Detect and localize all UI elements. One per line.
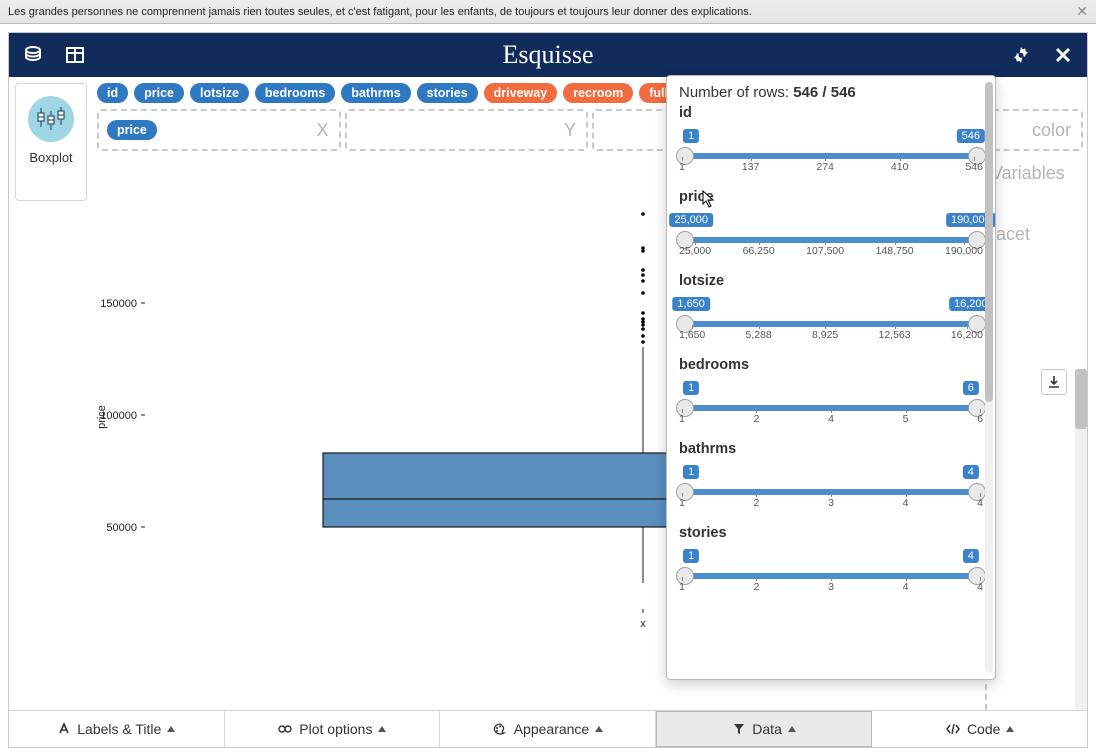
- slider-rail: [679, 237, 983, 243]
- popover-scrollbar[interactable]: [985, 82, 993, 673]
- pill-recroom[interactable]: recroom: [563, 83, 633, 103]
- geom-selector[interactable]: Boxplot: [15, 83, 87, 201]
- slider-label: id: [679, 105, 983, 121]
- boxplot-icon: [28, 96, 74, 142]
- x-value-pill[interactable]: price: [107, 120, 157, 140]
- slider-min-badge: 1: [683, 465, 699, 479]
- caret-up-icon: [1006, 726, 1014, 732]
- caret-up-icon: [167, 726, 175, 732]
- table-icon[interactable]: [65, 45, 85, 65]
- slider-rail: [679, 153, 983, 159]
- tab-plot-options[interactable]: Plot options: [225, 711, 441, 747]
- y-tick-0: 50000: [106, 522, 137, 534]
- geom-label: Boxplot: [29, 150, 72, 165]
- rows-label: Number of rows:: [679, 84, 793, 101]
- slider-ticks: 12344: [679, 497, 983, 509]
- pill-price[interactable]: price: [134, 83, 184, 103]
- slider-ticks: 25,00066,250107,500148,750190,000: [679, 245, 983, 257]
- dropzone-y-label: Y: [564, 120, 576, 141]
- font-icon: [57, 722, 71, 736]
- gear-icon[interactable]: [1011, 45, 1031, 65]
- facet-label: facet: [991, 224, 1083, 245]
- slider-max-badge: 4: [963, 549, 979, 563]
- y-tick-2: 150000: [100, 298, 137, 310]
- slider-max-badge: 6: [963, 381, 979, 395]
- pill-bathrms[interactable]: bathrms: [341, 83, 410, 103]
- caret-up-icon: [378, 726, 386, 732]
- tab-labels-title[interactable]: Labels & Title: [9, 711, 225, 747]
- download-button[interactable]: [1041, 369, 1067, 395]
- slider-rail: [679, 321, 983, 327]
- rows-value: 546 / 546: [793, 84, 856, 101]
- slider-bedrooms[interactable]: bedrooms 1 6 12456: [679, 357, 983, 429]
- tab-code[interactable]: Code: [872, 711, 1087, 747]
- filter-icon: [732, 722, 746, 736]
- gears-icon: [277, 722, 293, 736]
- x-axis-label: x: [640, 618, 646, 630]
- slider-label: bedrooms: [679, 357, 983, 373]
- slider-price[interactable]: price 25,000 190,000 25,00066,250107,500…: [679, 189, 983, 261]
- slider-max-badge: 546: [957, 129, 985, 143]
- slider-id[interactable]: id 1 546 1137274410546: [679, 105, 983, 177]
- pill-bedrooms[interactable]: bedrooms: [255, 83, 335, 103]
- variables-label: Variables: [991, 163, 1083, 184]
- slider-ticks: 12456: [679, 413, 983, 425]
- slider-stories[interactable]: stories 1 4 12344: [679, 525, 983, 597]
- slider-min-badge: 1,650: [672, 297, 710, 311]
- rows-header: Number of rows: 546 / 546: [679, 84, 983, 101]
- slider-ticks: 12344: [679, 581, 983, 593]
- plot-scrollbar[interactable]: [1075, 369, 1087, 710]
- esquisse-window: Esquisse: [8, 32, 1088, 748]
- tab-data-text: Data: [752, 721, 782, 737]
- banner-text: Les grandes personnes ne comprennent jam…: [8, 6, 752, 18]
- slider-bathrms[interactable]: bathrms 1 4 12344: [679, 441, 983, 513]
- slider-label: bathrms: [679, 441, 983, 457]
- tab-appearance[interactable]: Appearance: [440, 711, 656, 747]
- caret-up-icon: [788, 726, 796, 732]
- dropzone-x-label: X: [316, 120, 328, 141]
- code-icon: [945, 722, 961, 736]
- pill-stories[interactable]: stories: [417, 83, 478, 103]
- dropzone-color-label: color: [1032, 120, 1071, 141]
- slider-label: stories: [679, 525, 983, 541]
- tab-options-text: Plot options: [299, 721, 372, 737]
- slider-max-badge: 4: [963, 465, 979, 479]
- bottom-tabs: Labels & Title Plot options Appearance D…: [9, 710, 1087, 747]
- pill-driveway[interactable]: driveway: [484, 83, 558, 103]
- slider-lotsize[interactable]: lotsize 1,650 16,200 1,6505,2888,92512,5…: [679, 273, 983, 345]
- slider-min-badge: 1: [683, 129, 699, 143]
- slider-label: price: [679, 189, 983, 205]
- y-tick-1: 100000: [100, 410, 137, 422]
- slider-ticks: 1137274410546: [679, 161, 983, 173]
- slider-label: lotsize: [679, 273, 983, 289]
- slider-min-badge: 25,000: [669, 213, 713, 227]
- tab-data[interactable]: Data: [656, 711, 873, 747]
- close-icon[interactable]: [1053, 45, 1073, 65]
- variables-panel[interactable]: Variables facet: [985, 157, 1087, 710]
- pill-id[interactable]: id: [97, 83, 128, 103]
- info-banner: Les grandes personnes ne comprennent jam…: [0, 0, 1096, 24]
- slider-min-badge: 1: [683, 549, 699, 563]
- tab-labels-text: Labels & Title: [77, 721, 161, 737]
- caret-up-icon: [595, 726, 603, 732]
- dropzone-y[interactable]: Y: [345, 109, 589, 151]
- dropzone-x[interactable]: price X: [97, 109, 341, 151]
- pill-lotsize[interactable]: lotsize: [190, 83, 249, 103]
- app-title: Esquisse: [503, 40, 594, 70]
- data-filter-popover: Number of rows: 546 / 546 id 1 546 11372…: [666, 75, 996, 680]
- banner-close-icon[interactable]: ✕: [1076, 3, 1088, 20]
- slider-min-badge: 1: [683, 381, 699, 395]
- palette-icon: [492, 722, 508, 736]
- tab-code-text: Code: [967, 721, 1000, 737]
- slider-ticks: 1,6505,2888,92512,56316,200: [679, 329, 983, 341]
- tab-appearance-text: Appearance: [514, 721, 590, 737]
- database-icon[interactable]: [23, 45, 43, 65]
- titlebar: Esquisse: [9, 33, 1087, 77]
